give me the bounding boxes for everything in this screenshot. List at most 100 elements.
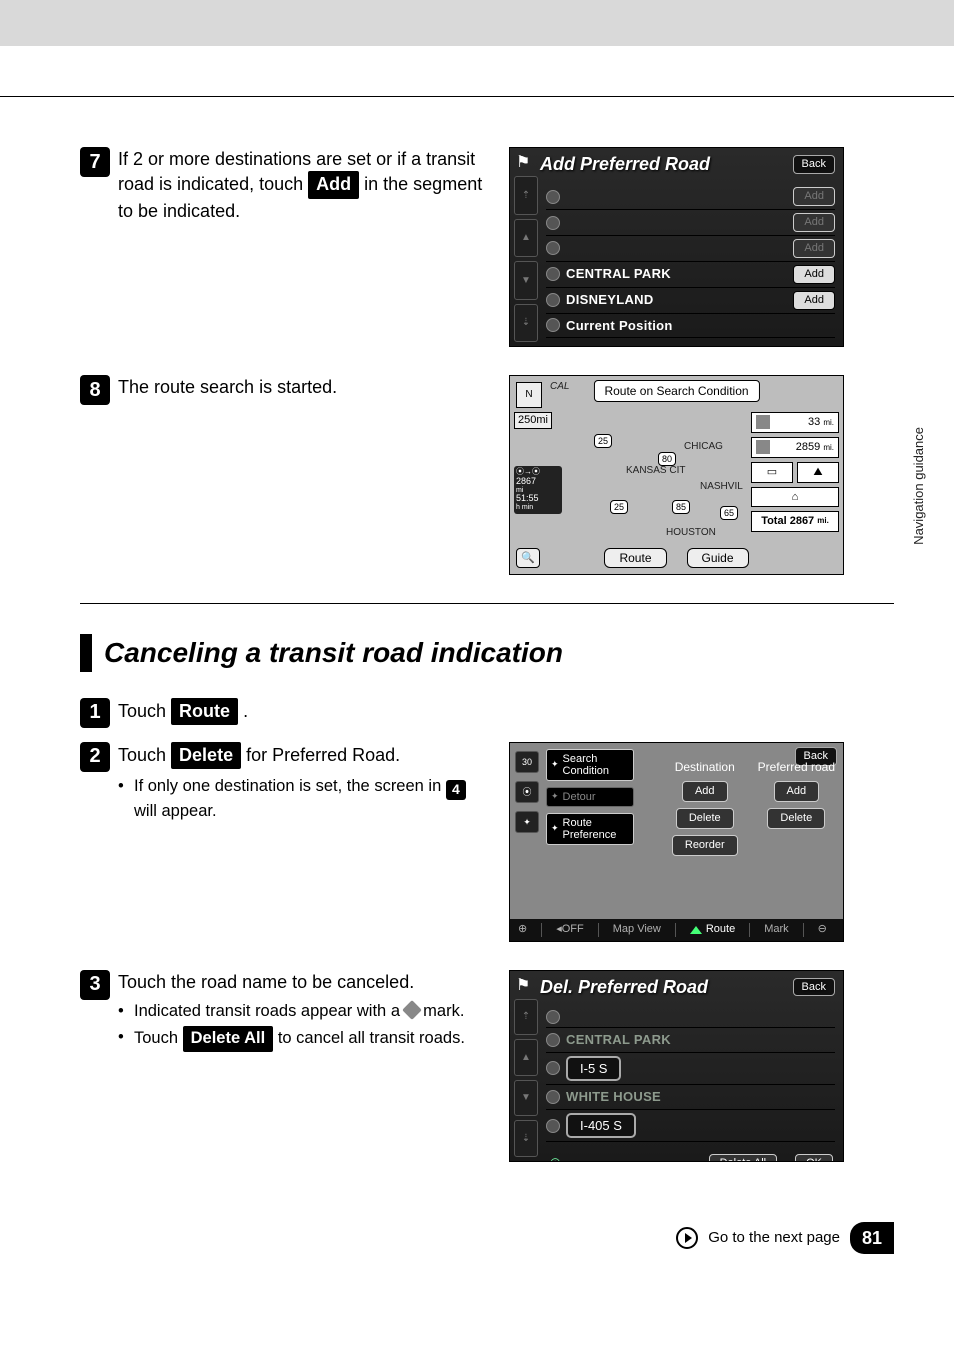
map-label-cal: CAL — [550, 380, 569, 394]
scroll-down-icon[interactable]: ▼ — [514, 1080, 538, 1117]
waypoint-dot-icon — [546, 190, 560, 204]
list-item[interactable]: DISNEYLAND Add — [546, 288, 835, 314]
cstep3-b2-a: Touch — [134, 1029, 183, 1047]
route-menu-item[interactable]: ✦Detour — [546, 787, 634, 807]
bottom-route[interactable]: Route — [690, 922, 735, 937]
list-item[interactable]: Current Position — [546, 314, 835, 339]
map-city-4: HOUSTON — [666, 526, 716, 540]
list-item[interactable]: CENTRAL PARK — [546, 1028, 835, 1053]
cancel-step-1-row: 1 Touch Route . — [80, 698, 894, 728]
ok-button[interactable]: OK — [795, 1154, 833, 1162]
step-ref-4: 4 — [446, 780, 466, 800]
cstep2-bullet-b: will appear. — [134, 802, 217, 820]
scroll-up-icon[interactable]: ▲ — [514, 219, 538, 258]
list-item-label: CENTRAL PARK — [566, 265, 787, 283]
zoom-in-icon[interactable]: ⊖ — [818, 922, 827, 937]
route-button[interactable]: Route — [604, 548, 666, 568]
list-item[interactable]: Add — [546, 236, 835, 262]
cstep3-bullet-1: Indicated transit roads appear with a ma… — [118, 1000, 485, 1022]
screen-title: Del. Preferred Road — [540, 975, 708, 999]
total-unit: mi. — [817, 516, 829, 527]
list-item-label: DISNEYLAND — [566, 291, 787, 309]
route-left-icons: 30 ⦿ ✦ — [512, 745, 542, 917]
section-heading: Canceling a transit road indication — [80, 634, 894, 672]
add-button[interactable]: Add — [774, 781, 820, 802]
left-icon-a[interactable]: ⦿ — [515, 781, 539, 803]
cstep1-text-b: . — [243, 701, 248, 721]
menu-icon: ✦ — [551, 824, 559, 834]
bottom-off[interactable]: ◂OFF — [556, 922, 584, 937]
compass-icon[interactable]: N — [516, 382, 542, 408]
step-number-3: 3 — [80, 970, 110, 1000]
add-button[interactable]: Add — [793, 239, 835, 258]
list-item[interactable]: CENTRAL PARK Add — [546, 262, 835, 288]
waypoint-dot-icon — [546, 267, 560, 281]
cstep2-text-b: for Preferred Road. — [246, 745, 400, 765]
road-name-button[interactable]: I-405 S — [566, 1113, 636, 1139]
scroll-up-icon[interactable]: ▲ — [514, 1039, 538, 1076]
road-name-button[interactable]: I-5 S — [566, 1056, 621, 1082]
add-preferred-road-screen: ⚑ Add Preferred Road Back ⇡ ▲ ▼ ⇣ AddAdd… — [509, 147, 844, 347]
cstep2-bullet: If only one destination is set, the scre… — [118, 775, 485, 822]
reorder-button[interactable]: Reorder — [672, 835, 738, 856]
info-icon-a[interactable]: ▭ — [751, 462, 793, 483]
add-button[interactable]: Add — [682, 781, 728, 802]
route-side-menu: ✦Search Condition ✦Detour ✦Route Preferenc… — [546, 749, 634, 845]
scroll-bottom-icon[interactable]: ⇣ — [514, 1120, 538, 1157]
total-box: Total 2867 mi. — [751, 511, 839, 532]
total-val: Total 2867 — [761, 514, 814, 529]
toll-icon — [756, 415, 770, 429]
time-unit: h min — [516, 504, 560, 512]
back-button[interactable]: Back — [793, 155, 835, 174]
del-list: CENTRAL PARK I-5 S WHITE HOUSE I-405 S — [542, 1005, 843, 1148]
road-icon — [756, 440, 770, 454]
menu-icon: ✦ — [551, 760, 559, 770]
add-button[interactable]: Add — [793, 213, 835, 232]
list-item[interactable]: I-405 S — [546, 1110, 835, 1143]
list-item[interactable]: Add — [546, 184, 835, 210]
cstep2-text-a: Touch — [118, 745, 171, 765]
delete-keyword: Delete — [171, 742, 241, 769]
add-button[interactable]: Add — [793, 265, 835, 284]
scroll-top-icon[interactable]: ⇡ — [514, 999, 538, 1036]
bottom-mark[interactable]: Mark — [764, 922, 788, 937]
add-button[interactable]: Add — [793, 291, 835, 310]
list-item-label: Current Position — [566, 317, 835, 335]
guide-button[interactable]: Guide — [687, 548, 749, 568]
route-menu-item[interactable]: ✦Search Condition — [546, 749, 634, 781]
scroll-down-icon[interactable]: ▼ — [514, 261, 538, 300]
waypoint-dot-icon — [546, 1090, 560, 1104]
list-item[interactable] — [546, 1007, 835, 1028]
list-item[interactable]: WHITE HOUSE — [546, 1085, 835, 1110]
step-number-2: 2 — [80, 742, 110, 772]
add-list: Add Add Add CENTRAL PARK Add DISNEYLAND Add Cur… — [542, 182, 843, 344]
cstep3-text: Touch the road name to be canceled. Indi… — [118, 970, 485, 1056]
left-icon-b[interactable]: ✦ — [515, 811, 539, 833]
total-dist: 2867 — [516, 476, 536, 486]
shield-5: 65 — [720, 506, 738, 520]
list-item[interactable]: Add — [546, 210, 835, 236]
list-item[interactable]: I-5 S — [546, 1053, 835, 1086]
delete-button[interactable]: Delete — [767, 808, 825, 829]
current-pos-icon: ◎ — [550, 1154, 560, 1162]
add-button[interactable]: Add — [793, 187, 835, 206]
delete-all-button[interactable]: Delete All — [709, 1154, 777, 1162]
map-city-1: CHICAG — [684, 440, 723, 454]
scroll-bottom-icon[interactable]: ⇣ — [514, 304, 538, 343]
info-icon-c[interactable]: ⌂ — [751, 487, 839, 508]
waypoint-dot-icon — [546, 1033, 560, 1047]
route-menu-item[interactable]: ✦Route Preference — [546, 813, 634, 845]
map-scale: 250mi — [514, 412, 552, 429]
back-button[interactable]: Back — [793, 978, 835, 997]
bottom-mapview[interactable]: Map View — [613, 922, 661, 937]
zoom-out-icon[interactable]: ⊕ — [518, 922, 527, 937]
info-val-1: 33 — [808, 416, 820, 428]
route-search-map-screen: N 250mi Route on Search Condition ⦿→⦿ 28… — [509, 375, 844, 575]
info-icon-b[interactable]: ⛰ — [797, 462, 839, 483]
route-keyword: Route — [171, 698, 238, 725]
info-unit-1: mi. — [823, 418, 834, 427]
waypoint-dot-icon — [546, 241, 560, 255]
shield-3: 25 — [610, 500, 628, 514]
scroll-top-icon[interactable]: ⇡ — [514, 176, 538, 215]
delete-button[interactable]: Delete — [676, 808, 734, 829]
